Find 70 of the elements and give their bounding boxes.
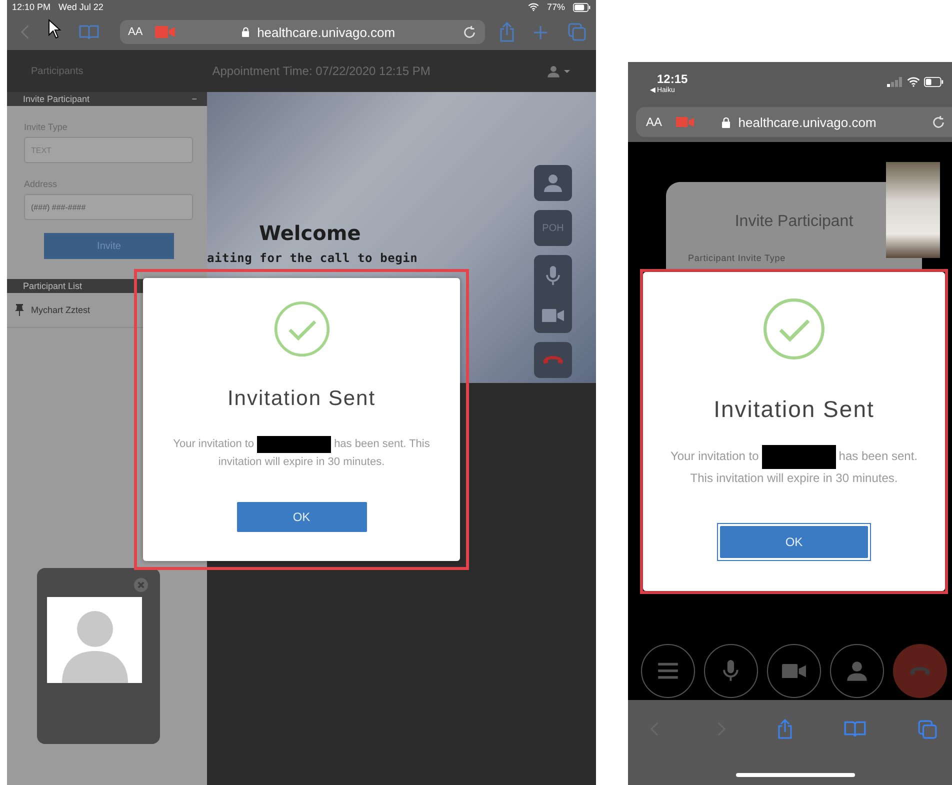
book-icon[interactable]: [79, 24, 99, 40]
lock-icon: [722, 116, 730, 128]
person-icon[interactable]: [846, 660, 868, 682]
wifi-icon: [528, 2, 539, 12]
camera-icon[interactable]: [782, 664, 806, 678]
reload-icon[interactable]: [462, 24, 477, 40]
microphone-icon[interactable]: [723, 660, 739, 682]
success-check-icon: [763, 298, 825, 360]
camera-icon[interactable]: [542, 308, 564, 322]
message-text: This invitation will expire in 30 minutes.: [690, 470, 898, 487]
camera-icon[interactable]: [676, 116, 694, 128]
text-size-button[interactable]: AA: [646, 115, 662, 129]
person-icon[interactable]: [543, 173, 563, 193]
plus-icon[interactable]: [533, 24, 548, 40]
call-button[interactable]: [893, 644, 947, 698]
back-icon[interactable]: [21, 24, 30, 40]
message-text: invitation will expire in 30 minutes.: [218, 455, 385, 470]
success-check-icon: [274, 301, 330, 357]
hang-up-icon[interactable]: [542, 355, 564, 365]
book-icon[interactable]: [844, 720, 866, 738]
message-text: has been sent. This: [334, 437, 430, 452]
url-text: healthcare.univago.com: [738, 114, 876, 130]
lock-icon: [242, 27, 250, 37]
call-button[interactable]: [641, 644, 695, 698]
microphone-icon[interactable]: [546, 266, 560, 286]
signal-icon: [887, 77, 903, 87]
address-field[interactable]: (###) ###-####: [24, 194, 193, 220]
tabs-icon[interactable]: [568, 23, 586, 41]
menu-icon[interactable]: [657, 662, 679, 680]
tabs-icon[interactable]: [918, 720, 937, 738]
ok-button[interactable]: OK: [720, 526, 868, 558]
welcome-heading: Welcome: [259, 221, 361, 245]
call-button[interactable]: [767, 644, 821, 698]
pin-icon: [15, 304, 24, 316]
card-title: Invite Participant: [734, 213, 854, 231]
battery-icon: [924, 77, 944, 87]
panel-title: Participant List: [23, 281, 82, 291]
battery-icon: [573, 2, 591, 12]
message-text: Your invitation to: [173, 437, 254, 452]
share-icon[interactable]: [499, 22, 515, 42]
call-button[interactable]: [704, 644, 758, 698]
close-icon[interactable]: [134, 578, 148, 592]
dialog-title: Invitation Sent: [712, 396, 876, 423]
ok-button[interactable]: OK: [236, 502, 366, 532]
message-text: has been sent.: [838, 448, 918, 466]
text-size-button[interactable]: AA: [128, 26, 143, 38]
dialog-title: Invitation Sent: [226, 387, 377, 411]
participant-name[interactable]: Mychart Zztest: [31, 305, 90, 315]
mouse-cursor-icon: [48, 19, 62, 39]
message-text: Your invitation to: [670, 448, 759, 466]
appointment-time: Appointment Time: 07/22/2020 12:15 PM: [212, 64, 430, 78]
collapse-button[interactable]: −: [192, 94, 197, 104]
share-icon[interactable]: [777, 719, 793, 739]
status-time: 12:10 PM: [12, 2, 51, 12]
field-label: Participant Invite Type: [688, 253, 787, 263]
battery-percent: 77%: [546, 2, 565, 12]
address-bar[interactable]: AA healthcare.univago.com: [120, 20, 485, 44]
person-icon[interactable]: [547, 64, 560, 78]
participant-button[interactable]: [534, 165, 572, 201]
wifi-icon: [907, 77, 920, 87]
panel-title: Invite Participant: [23, 94, 90, 104]
waiting-text: aiting for the call to begin: [207, 251, 418, 265]
url-text: healthcare.univago.com: [257, 24, 396, 40]
call-button[interactable]: [830, 644, 884, 698]
status-time: 12:15: [657, 72, 688, 86]
status-date: Wed Jul 22: [58, 2, 104, 12]
address-bar[interactable]: AA healthcare.univago.com: [636, 107, 952, 137]
reload-icon[interactable]: [931, 114, 946, 130]
hang-up-button[interactable]: [534, 342, 572, 378]
hang-up-icon[interactable]: [909, 666, 931, 676]
